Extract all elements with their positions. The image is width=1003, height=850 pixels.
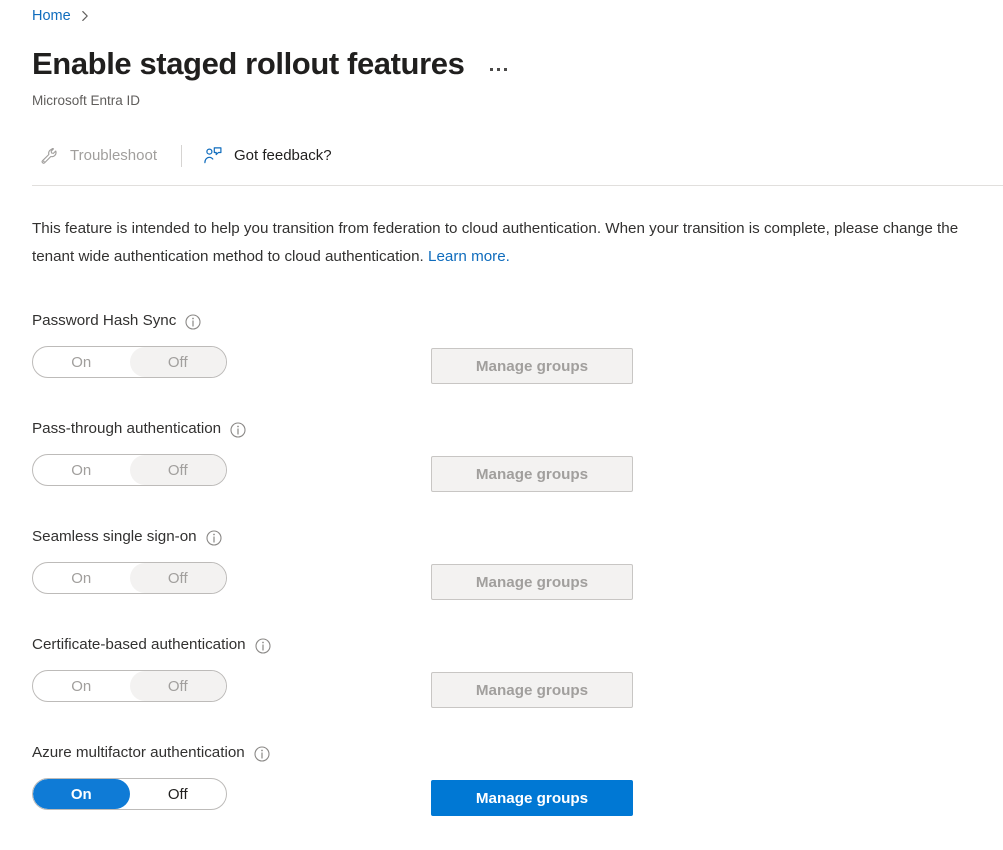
- ellipsis-dot-icon: [490, 68, 493, 71]
- page-title-row: Enable staged rollout features: [32, 44, 511, 84]
- feature-description: This feature is intended to help you tra…: [32, 215, 982, 271]
- feature-row: Certificate-based authenticationOnOffMan…: [32, 634, 992, 742]
- toggle-option-on[interactable]: On: [33, 455, 130, 485]
- feature-label: Pass-through authentication: [32, 419, 221, 439]
- command-bar-separator: [181, 145, 182, 167]
- toggle-option-on[interactable]: On: [33, 347, 130, 377]
- feature-toggle[interactable]: OnOff: [32, 454, 227, 486]
- manage-groups-button: Manage groups: [431, 348, 633, 384]
- feature-label-row: Seamless single sign-on: [32, 526, 992, 548]
- feature-control-row: OnOffManage groups: [32, 346, 992, 378]
- got-feedback-label: Got feedback?: [234, 146, 332, 166]
- feature-label-row: Azure multifactor authentication: [32, 742, 992, 764]
- person-feedback-icon: [202, 145, 224, 167]
- feature-label-row: Certificate-based authentication: [32, 634, 992, 656]
- command-bar-divider: [32, 185, 1003, 186]
- chevron-right-icon: [79, 10, 91, 22]
- feature-row: Password Hash SyncOnOffManage groups: [32, 310, 992, 418]
- command-bar: Troubleshoot Got feedback?: [32, 138, 342, 174]
- toggle-option-on[interactable]: On: [33, 671, 130, 701]
- breadcrumb-item-home[interactable]: Home: [32, 6, 71, 26]
- feature-control-row: OnOffManage groups: [32, 778, 992, 810]
- manage-groups-button: Manage groups: [431, 672, 633, 708]
- feature-label: Azure multifactor authentication: [32, 743, 245, 763]
- info-icon[interactable]: [255, 638, 271, 654]
- feature-row: Pass-through authenticationOnOffManage g…: [32, 418, 992, 526]
- manage-groups-button[interactable]: Manage groups: [431, 780, 633, 816]
- troubleshoot-label: Troubleshoot: [70, 146, 157, 166]
- toggle-option-on[interactable]: On: [33, 779, 130, 809]
- troubleshoot-button[interactable]: Troubleshoot: [32, 141, 167, 171]
- feature-control-row: OnOffManage groups: [32, 562, 992, 594]
- toggle-option-off[interactable]: Off: [130, 563, 227, 593]
- toggle-option-off[interactable]: Off: [130, 671, 227, 701]
- manage-groups-button: Manage groups: [431, 456, 633, 492]
- info-icon[interactable]: [230, 422, 246, 438]
- feature-toggle[interactable]: OnOff: [32, 562, 227, 594]
- feature-toggle[interactable]: OnOff: [32, 778, 227, 810]
- toggle-option-off[interactable]: Off: [130, 347, 227, 377]
- feature-toggle[interactable]: OnOff: [32, 346, 227, 378]
- feature-label: Password Hash Sync: [32, 311, 176, 331]
- page-title: Enable staged rollout features: [32, 44, 464, 84]
- feature-row: Azure multifactor authenticationOnOffMan…: [32, 742, 992, 850]
- info-icon[interactable]: [254, 746, 270, 762]
- feature-label: Certificate-based authentication: [32, 635, 246, 655]
- page-subtitle: Microsoft Entra ID: [32, 92, 140, 110]
- feature-label-row: Pass-through authentication: [32, 418, 992, 440]
- ellipsis-dot-icon: [504, 68, 507, 71]
- manage-groups-button: Manage groups: [431, 564, 633, 600]
- more-options-button[interactable]: [486, 62, 511, 77]
- toggle-option-off[interactable]: Off: [130, 455, 227, 485]
- got-feedback-button[interactable]: Got feedback?: [196, 141, 342, 171]
- feature-toggle[interactable]: OnOff: [32, 670, 227, 702]
- learn-more-link[interactable]: Learn more.: [428, 248, 510, 265]
- info-icon[interactable]: [206, 530, 222, 546]
- wrench-icon: [38, 145, 60, 167]
- breadcrumb: Home: [32, 6, 91, 26]
- ellipsis-dot-icon: [497, 68, 500, 71]
- toggle-option-off[interactable]: Off: [130, 779, 227, 809]
- info-icon[interactable]: [185, 314, 201, 330]
- feature-control-row: OnOffManage groups: [32, 670, 992, 702]
- feature-row: Seamless single sign-onOnOffManage group…: [32, 526, 992, 634]
- feature-control-row: OnOffManage groups: [32, 454, 992, 486]
- feature-label: Seamless single sign-on: [32, 527, 197, 547]
- feature-list: Password Hash SyncOnOffManage groupsPass…: [32, 310, 992, 850]
- toggle-option-on[interactable]: On: [33, 563, 130, 593]
- feature-label-row: Password Hash Sync: [32, 310, 992, 332]
